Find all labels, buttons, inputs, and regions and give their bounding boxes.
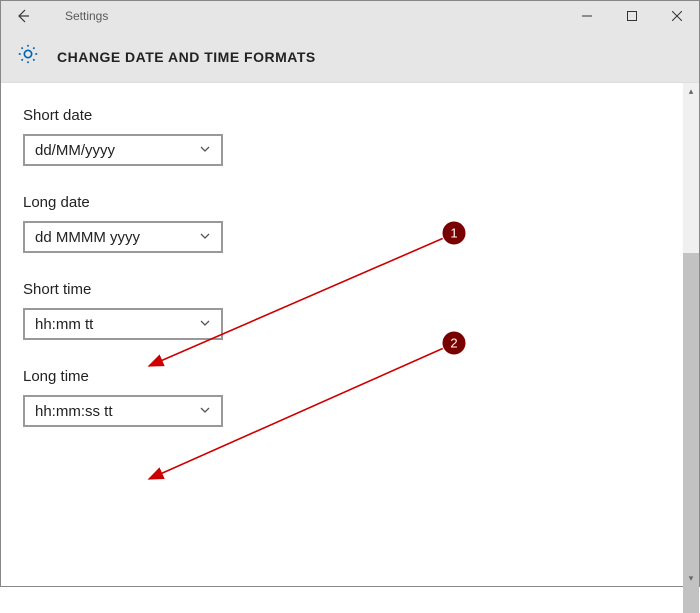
long-time-combobox[interactable]: hh:mm:ss tt: [23, 395, 223, 427]
long-date-value: dd MMMM yyyy: [35, 229, 140, 246]
short-date-value: dd/MM/yyyy: [35, 142, 115, 159]
long-date-label: Long date: [23, 194, 677, 211]
minimize-button[interactable]: [564, 1, 609, 31]
vertical-scrollbar[interactable]: ▴ ▾: [683, 83, 699, 586]
scroll-up-icon[interactable]: ▴: [683, 83, 699, 99]
titlebar: Settings: [1, 1, 699, 31]
close-icon: [672, 11, 682, 21]
chevron-down-icon: [199, 142, 211, 159]
short-time-combobox[interactable]: hh:mm tt: [23, 308, 223, 340]
long-time-label: Long time: [23, 368, 677, 385]
arrow-left-icon: [15, 8, 31, 24]
short-date-label: Short date: [23, 107, 677, 124]
page-header: CHANGE DATE AND TIME FORMATS: [1, 31, 699, 83]
chevron-down-icon: [199, 229, 211, 246]
close-button[interactable]: [654, 1, 699, 31]
short-date-combobox[interactable]: dd/MM/yyyy: [23, 134, 223, 166]
short-time-label: Short time: [23, 281, 677, 298]
gear-icon: [17, 43, 39, 70]
long-time-value: hh:mm:ss tt: [35, 403, 113, 420]
back-button[interactable]: [1, 1, 45, 31]
page-title: CHANGE DATE AND TIME FORMATS: [57, 49, 316, 65]
minimize-icon: [582, 11, 592, 21]
short-time-value: hh:mm tt: [35, 316, 93, 333]
window-controls: [564, 1, 699, 31]
scrollbar-thumb[interactable]: [683, 253, 699, 613]
content-area: Short date dd/MM/yyyy Long date dd MMMM …: [1, 83, 699, 586]
window-title: Settings: [65, 9, 108, 23]
maximize-button[interactable]: [609, 1, 654, 31]
long-date-combobox[interactable]: dd MMMM yyyy: [23, 221, 223, 253]
chevron-down-icon: [199, 316, 211, 333]
chevron-down-icon: [199, 403, 211, 420]
maximize-icon: [627, 11, 637, 21]
scroll-down-icon[interactable]: ▾: [683, 570, 699, 586]
